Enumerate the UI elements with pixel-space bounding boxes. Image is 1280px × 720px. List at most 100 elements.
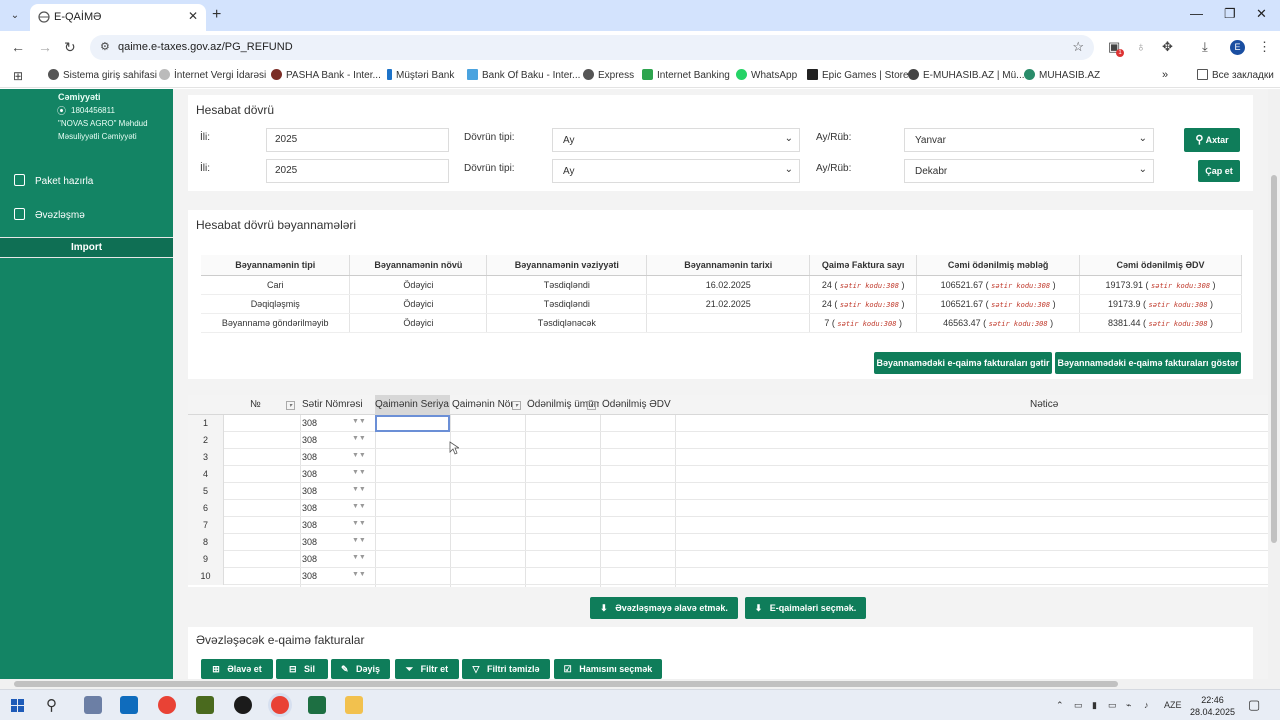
fetch-invoices-button[interactable]: Bəyannamədəki e-qaimə fakturaları gətir: [874, 352, 1052, 374]
chrome-active-icon[interactable]: [271, 696, 289, 714]
dropdown-triangle-icon[interactable]: ▼▼: [352, 554, 366, 561]
table-row[interactable]: Dəqiqləşmiş Ödəyici Təsdiqləndi 21.02.20…: [201, 294, 1242, 314]
bookmark-item[interactable]: E-MUHASIB.AZ | Mü...: [908, 69, 1025, 81]
table-row[interactable]: 4 308 ▼▼: [188, 466, 1268, 483]
apps-grid-icon[interactable]: ⊞: [13, 69, 23, 83]
search-button[interactable]: ⚲ Axtar: [1184, 128, 1240, 152]
tab-search-icon[interactable]: ⌄: [6, 7, 24, 25]
dropdown-triangle-icon[interactable]: ▼▼: [352, 486, 366, 493]
bookmarks-folder[interactable]: Все закладки: [1197, 69, 1274, 81]
downloads-icon[interactable]: ⤓: [1202, 39, 1208, 55]
table-row[interactable]: 1 308 ▼▼: [188, 415, 1268, 432]
dropdown-triangle-icon[interactable]: ▼▼: [352, 435, 366, 442]
sidebar-item-paket[interactable]: Paket hazırla: [14, 174, 93, 187]
month-select[interactable]: Yanvar ⌄: [904, 128, 1154, 152]
search-icon[interactable]: ⚲: [46, 696, 57, 714]
windows-start-icon[interactable]: [11, 699, 24, 712]
dropdown-triangle-icon[interactable]: ▼▼: [352, 503, 366, 510]
filter-icon[interactable]: ▾: [587, 399, 596, 410]
show-invoices-button[interactable]: Bəyannamədəki e-qaimə fakturaları göstər: [1055, 352, 1241, 374]
chevron-up-icon[interactable]: ⌃: [1056, 700, 1064, 711]
dropdown-triangle-icon[interactable]: ▼▼: [352, 571, 366, 578]
bookmark-item[interactable]: İnternet Vergi İdarəsi: [159, 69, 266, 81]
forward-icon[interactable]: →: [38, 39, 52, 55]
dropdown-triangle-icon[interactable]: ▼▼: [352, 520, 366, 527]
address-bar[interactable]: ⚙ qaime.e-taxes.gov.az/PG_REFUND ☆: [90, 35, 1094, 60]
table-row[interactable]: Bəyannamə göndərilməyib Ödəyici Təsdiqlə…: [201, 313, 1242, 333]
file-explorer-icon[interactable]: [345, 696, 363, 714]
filter-icon[interactable]: ▾: [512, 399, 521, 410]
table-row[interactable]: Cari Ödəyici Təsdiqləndi 16.02.2025 24 (…: [201, 275, 1242, 295]
filter-icon[interactable]: ▾: [286, 399, 295, 410]
period-type-select[interactable]: Ay ⌄: [552, 128, 800, 152]
back-icon[interactable]: ←: [11, 39, 25, 55]
extension-2-icon[interactable]: ♁: [1136, 39, 1146, 54]
bookmark-star-icon[interactable]: ☆: [1072, 39, 1084, 55]
minimize-icon[interactable]: —: [1190, 6, 1203, 21]
menu-dots-icon[interactable]: ⋮: [1258, 39, 1271, 55]
new-tab-icon[interactable]: +: [212, 6, 221, 24]
clear-filter-button[interactable]: ▽ Filtri təmizlə: [462, 659, 550, 679]
app-icon[interactable]: [234, 696, 252, 714]
site-info-icon[interactable]: ⚙: [100, 40, 110, 53]
selected-cell[interactable]: [375, 415, 450, 432]
battery-icon[interactable]: ▭: [1108, 700, 1117, 711]
select-all-button[interactable]: ☑ Hamısını seçmək: [554, 659, 662, 679]
add-to-offset-button[interactable]: ⬇ Əvəzləşməyə əlavə etmək.: [590, 597, 738, 619]
bookmark-item[interactable]: Internet Banking: [642, 69, 730, 81]
profile-avatar[interactable]: E: [1230, 40, 1245, 55]
extensions-puzzle-icon[interactable]: ✥: [1162, 39, 1173, 55]
bookmark-item[interactable]: PASHA Bank - Inter...: [271, 69, 381, 81]
clock[interactable]: 22:46 28.04.2025: [1190, 694, 1235, 718]
filter-button[interactable]: ⏷ Filtr et: [395, 659, 459, 679]
month-select-2[interactable]: Dekabr ⌄: [904, 159, 1154, 183]
usb-icon[interactable]: ▮: [1092, 700, 1097, 711]
more-bookmarks-icon[interactable]: »: [1162, 69, 1168, 81]
calculator-icon[interactable]: [84, 696, 102, 714]
table-row[interactable]: 3 308 ▼▼: [188, 449, 1268, 466]
scroll-thumb[interactable]: [1271, 175, 1277, 543]
bookmark-item[interactable]: Müştəri Bank: [387, 69, 454, 81]
window-close-icon[interactable]: ✕: [1256, 6, 1267, 22]
year-input-2[interactable]: 2025: [266, 159, 449, 183]
tray-icon[interactable]: ▭: [1074, 700, 1083, 711]
scroll-thumb[interactable]: [14, 681, 1118, 687]
bookmark-item[interactable]: Sistema giriş sahifasi: [48, 69, 157, 81]
dropdown-triangle-icon[interactable]: ▼▼: [352, 469, 366, 476]
browser-tab[interactable]: E-QAİMƏ ✕: [30, 4, 206, 31]
table-row[interactable]: 2 308 ▼▼: [188, 432, 1268, 449]
table-row[interactable]: 9 308 ▼▼: [188, 551, 1268, 568]
delete-button[interactable]: ⊟ Sil: [276, 659, 328, 679]
network-icon[interactable]: ⌁: [1126, 700, 1131, 711]
excel-icon[interactable]: [308, 696, 326, 714]
select-invoices-button[interactable]: ⬇ E-qaimələri seçmək.: [745, 597, 866, 619]
notification-icon[interactable]: ▢: [1248, 697, 1260, 713]
bookmark-item[interactable]: Express: [583, 69, 634, 81]
edit-button[interactable]: ✎ Dəyiş: [331, 659, 390, 679]
app-icon[interactable]: [196, 696, 214, 714]
chrome-icon[interactable]: [158, 696, 176, 714]
language-indicator[interactable]: AZE: [1164, 700, 1182, 710]
table-row[interactable]: 10 308 ▼▼: [188, 568, 1268, 585]
restore-icon[interactable]: ❐: [1224, 6, 1236, 22]
bookmark-item[interactable]: Bank Of Baku - Inter...: [467, 69, 580, 81]
sidebar-item-import[interactable]: Import: [0, 237, 173, 258]
bookmark-item[interactable]: MUHASIB.AZ: [1024, 69, 1100, 81]
table-row[interactable]: 8 308 ▼▼: [188, 534, 1268, 551]
reload-icon[interactable]: ↻: [64, 39, 76, 56]
table-row[interactable]: 7 308 ▼▼: [188, 517, 1268, 534]
table-row[interactable]: 5 308 ▼▼: [188, 483, 1268, 500]
sidebar-item-evezlesme[interactable]: Əvəzləşmə: [14, 208, 85, 221]
bookmark-item[interactable]: WhatsApp: [736, 69, 797, 81]
horizontal-scrollbar[interactable]: [0, 679, 1280, 689]
tab-close-icon[interactable]: ✕: [188, 9, 198, 23]
dropdown-triangle-icon[interactable]: ▼▼: [352, 537, 366, 544]
print-button[interactable]: Çap et: [1198, 160, 1240, 182]
bookmark-item[interactable]: Epic Games | Store: [807, 69, 909, 81]
vertical-scrollbar[interactable]: [1268, 89, 1280, 679]
volume-icon[interactable]: ♪: [1144, 700, 1149, 710]
dropdown-triangle-icon[interactable]: ▼▼: [352, 418, 366, 425]
table-row[interactable]: 6 308 ▼▼: [188, 500, 1268, 517]
add-button[interactable]: ⊞ Əlavə et: [201, 659, 273, 679]
year-input[interactable]: 2025: [266, 128, 449, 152]
